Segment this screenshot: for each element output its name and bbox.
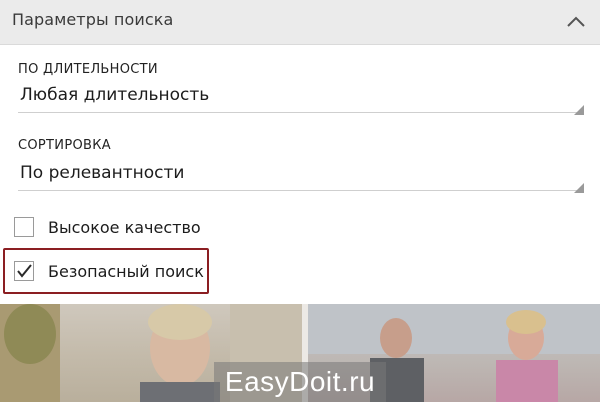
safe-search-highlight — [3, 248, 209, 294]
chevron-up-icon[interactable] — [562, 8, 590, 36]
search-settings-header[interactable]: Параметры поиска — [0, 0, 600, 45]
high-quality-label: Высокое качество — [48, 217, 201, 237]
high-quality-checkbox[interactable] — [14, 217, 34, 237]
sort-select[interactable]: По релевантности — [18, 160, 584, 193]
dropdown-corner-icon — [574, 100, 584, 115]
dropdown-corner-icon — [574, 178, 584, 193]
header-title: Параметры поиска — [12, 10, 174, 29]
duration-select[interactable]: Любая длительность — [18, 82, 584, 115]
search-settings-screen: Параметры поиска ПО ДЛИТЕЛЬНОСТИ Любая д… — [0, 0, 600, 402]
duration-label: ПО ДЛИТЕЛЬНОСТИ — [18, 62, 158, 77]
sort-label: СОРТИРОВКА — [18, 138, 111, 153]
duration-value: Любая длительность — [20, 85, 210, 105]
high-quality-option[interactable]: Высокое качество — [14, 210, 201, 244]
watermark: EasyDoit.ru — [214, 362, 386, 402]
sort-value: По релевантности — [20, 163, 185, 183]
